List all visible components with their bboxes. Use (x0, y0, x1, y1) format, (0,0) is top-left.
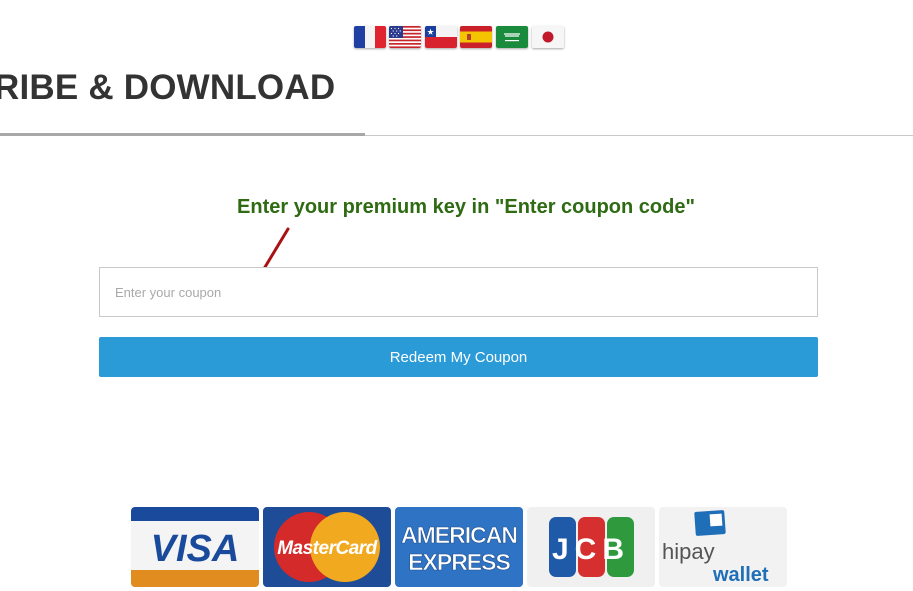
hipay-wallet-logo: hipay wallet (659, 507, 787, 587)
hipay-text: hipay (662, 539, 715, 564)
mastercard-logo: MasterCard (263, 507, 391, 587)
amex-text-line1: AMERICAN (401, 522, 517, 548)
amex-text-line2: EXPRESS (408, 549, 510, 575)
us-flag-icon[interactable] (389, 26, 421, 48)
visa-card-logo: VISA (131, 507, 259, 587)
chile-flag-icon[interactable] (425, 26, 457, 48)
instruction-text: Enter your premium key in "Enter coupon … (237, 196, 695, 218)
jcb-text: JCB (552, 533, 630, 566)
mastercard-text: MasterCard (277, 538, 377, 559)
page-title: RIBE & DOWNLOAD (0, 68, 336, 107)
saudi-flag-icon[interactable] (496, 26, 528, 48)
coupon-input[interactable] (99, 267, 818, 317)
spain-flag-icon[interactable] (460, 26, 492, 48)
wallet-text: wallet (712, 564, 769, 586)
amex-card-logo: AMERICAN EXPRESS (395, 507, 523, 587)
french-flag-icon[interactable] (354, 26, 386, 48)
japan-flag-icon[interactable] (532, 26, 564, 48)
visa-text: VISA (151, 528, 240, 570)
active-tab-underline (0, 133, 365, 136)
jcb-card-logo: JCB (527, 507, 655, 587)
redeem-coupon-button[interactable]: Redeem My Coupon (99, 337, 818, 377)
